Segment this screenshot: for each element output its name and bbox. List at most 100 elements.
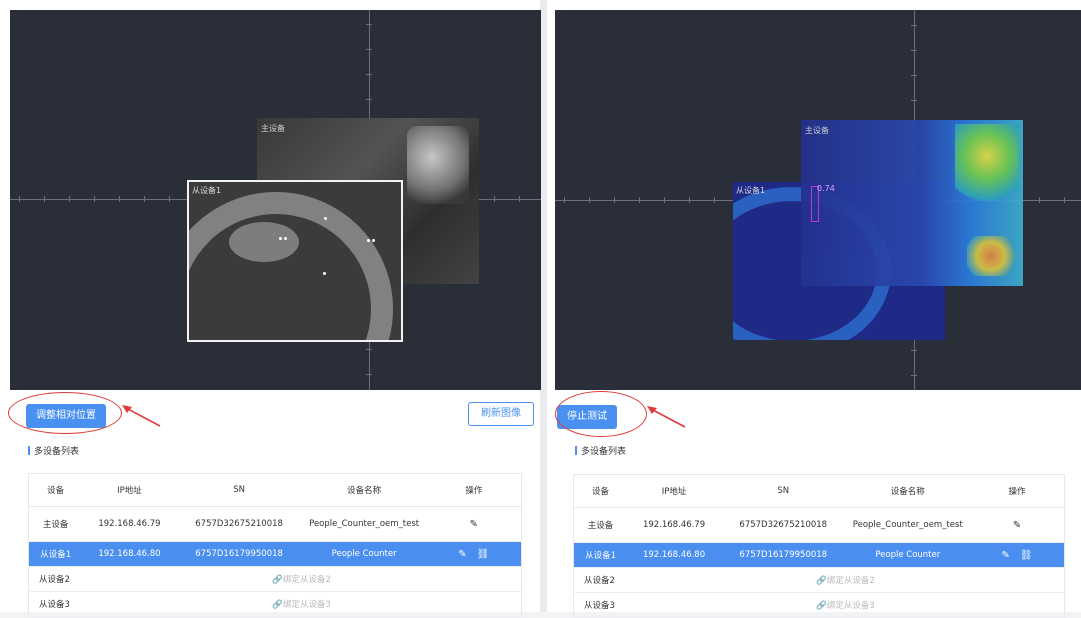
axis-tick bbox=[19, 196, 20, 202]
table-row: 从设备2 🔗绑定从设备2 bbox=[28, 566, 522, 592]
cell-device: 主设备 bbox=[28, 506, 83, 542]
cell-ops: ✎ bbox=[970, 507, 1065, 543]
cell-ip: 192.168.46.80 bbox=[82, 541, 177, 567]
axis-tick bbox=[366, 349, 372, 350]
annotation-arrow bbox=[122, 405, 161, 427]
axis-tick bbox=[366, 74, 372, 75]
link-icon: 🔗 bbox=[816, 576, 827, 586]
cell-device: 从设备3 bbox=[573, 592, 628, 618]
axis-tick bbox=[169, 196, 170, 202]
axis-tick bbox=[519, 196, 520, 202]
link-icon[interactable]: ⛓ bbox=[1020, 550, 1033, 561]
table-row[interactable]: 主设备 192.168.46.79 6757D32675210018 Peopl… bbox=[28, 506, 522, 542]
link-icon: 🔗 bbox=[272, 575, 283, 585]
refresh-image-button[interactable]: 刷新图像 bbox=[468, 402, 534, 426]
device-list-title: 多设备列表 bbox=[28, 444, 79, 457]
cell-name: People_Counter_oem_test bbox=[301, 506, 427, 542]
axis-tick bbox=[494, 196, 495, 202]
device-table: 设备 IP地址 SN 设备名称 操作 主设备 192.168.46.79 675… bbox=[573, 474, 1065, 618]
cell-name: People_Counter_oem_test bbox=[845, 507, 971, 543]
cell-device: 从设备3 bbox=[28, 591, 83, 617]
table-row: 从设备2 🔗绑定从设备2 bbox=[573, 567, 1065, 593]
axis-tick bbox=[564, 197, 565, 203]
axis-tick bbox=[366, 49, 372, 50]
edit-icon[interactable]: ✎ bbox=[1001, 550, 1009, 561]
heatmap-canvas[interactable]: 从设备1 主设备 0.74 bbox=[555, 10, 1081, 390]
bind-slave-link[interactable]: 🔗绑定从设备2 bbox=[627, 567, 1065, 593]
annotation-circle bbox=[555, 391, 647, 437]
link-icon: 🔗 bbox=[816, 601, 827, 611]
master-label: 主设备 bbox=[805, 126, 829, 135]
table-row-selected[interactable]: 从设备1 192.168.46.80 6757D16179950018 Peop… bbox=[28, 541, 522, 567]
table-row-selected[interactable]: 从设备1 192.168.46.80 6757D16179950018 Peop… bbox=[573, 542, 1065, 568]
cell-device: 从设备2 bbox=[573, 567, 628, 593]
table-row[interactable]: 主设备 192.168.46.79 6757D32675210018 Peopl… bbox=[573, 507, 1065, 543]
link-icon[interactable]: ⛓ bbox=[477, 549, 490, 560]
cell-device: 主设备 bbox=[573, 507, 628, 543]
cell-sn: 6757D32675210018 bbox=[176, 506, 302, 542]
device-list-title: 多设备列表 bbox=[575, 444, 626, 457]
col-name: 设备名称 bbox=[301, 473, 427, 507]
axis-tick bbox=[911, 50, 917, 51]
axis-tick bbox=[911, 350, 917, 351]
cell-sn: 6757D16179950018 bbox=[720, 542, 846, 568]
edit-icon[interactable]: ✎ bbox=[1013, 520, 1021, 531]
axis-tick bbox=[911, 100, 917, 101]
cell-sn: 6757D16179950018 bbox=[176, 541, 302, 567]
bind-label: 绑定从设备3 bbox=[282, 600, 331, 610]
device-table: 设备 IP地址 SN 设备名称 操作 主设备 192.168.46.79 675… bbox=[28, 473, 522, 617]
axis-tick bbox=[366, 374, 372, 375]
cell-device: 从设备1 bbox=[573, 542, 628, 568]
detection-score: 0.74 bbox=[817, 184, 835, 193]
col-sn: SN bbox=[176, 473, 302, 507]
slave-label: 从设备1 bbox=[736, 186, 766, 195]
link-icon: 🔗 bbox=[272, 600, 283, 610]
cell-name: People Counter bbox=[845, 542, 971, 568]
bind-slave-link[interactable]: 🔗绑定从设备3 bbox=[82, 591, 522, 617]
left-panel: 主设备 从设备1 调整相对位置 刷新图像 多设备列表 设备 IP地址 SN 设备… bbox=[0, 0, 541, 617]
col-ops: 操作 bbox=[970, 474, 1065, 508]
bind-slave-link[interactable]: 🔗绑定从设备2 bbox=[82, 566, 522, 592]
edit-icon[interactable]: ✎ bbox=[458, 549, 466, 560]
bind-slave-link[interactable]: 🔗绑定从设备3 bbox=[627, 592, 1065, 618]
axis-tick bbox=[44, 196, 45, 202]
cell-name: People Counter bbox=[301, 541, 427, 567]
table-row: 从设备3 🔗绑定从设备3 bbox=[573, 592, 1065, 618]
master-label: 主设备 bbox=[261, 124, 285, 133]
slave-device-image[interactable]: 从设备1 bbox=[187, 180, 403, 342]
col-device: 设备 bbox=[28, 473, 83, 507]
bind-label: 绑定从设备2 bbox=[826, 576, 875, 586]
cell-ops: ✎ ⛓ bbox=[426, 541, 522, 567]
axis-tick bbox=[119, 196, 120, 202]
bind-label: 绑定从设备3 bbox=[826, 601, 875, 611]
axis-tick bbox=[1064, 197, 1065, 203]
axis-tick bbox=[639, 197, 640, 203]
col-ip: IP地址 bbox=[82, 473, 177, 507]
axis-tick bbox=[689, 197, 690, 203]
right-panel: 从设备1 主设备 0.74 停止测试 多设备列表 设备 IP地址 SN 设备名称… bbox=[547, 0, 1081, 618]
cell-sn: 6757D32675210018 bbox=[720, 507, 846, 543]
axis-tick bbox=[911, 375, 917, 376]
col-ip: IP地址 bbox=[627, 474, 721, 508]
cell-device: 从设备2 bbox=[28, 566, 83, 592]
master-heatmap: 主设备 bbox=[801, 120, 1023, 286]
calibration-canvas[interactable]: 主设备 从设备1 bbox=[10, 10, 541, 390]
col-sn: SN bbox=[720, 474, 846, 508]
edit-icon[interactable]: ✎ bbox=[470, 519, 478, 530]
panel-divider bbox=[540, 0, 547, 612]
axis-tick bbox=[94, 196, 95, 202]
axis-tick bbox=[664, 197, 665, 203]
axis-tick bbox=[911, 25, 917, 26]
col-name: 设备名称 bbox=[845, 474, 971, 508]
axis-tick bbox=[714, 197, 715, 203]
axis-tick bbox=[614, 197, 615, 203]
cell-ip: 192.168.46.79 bbox=[627, 507, 721, 543]
axis-tick bbox=[1039, 197, 1040, 203]
annotation-arrow bbox=[647, 406, 686, 428]
axis-tick bbox=[366, 99, 372, 100]
cell-device: 从设备1 bbox=[28, 541, 83, 567]
cell-ops: ✎ ⛓ bbox=[970, 542, 1065, 568]
bind-label: 绑定从设备2 bbox=[282, 575, 331, 585]
col-device: 设备 bbox=[573, 474, 628, 508]
axis-tick bbox=[144, 196, 145, 202]
